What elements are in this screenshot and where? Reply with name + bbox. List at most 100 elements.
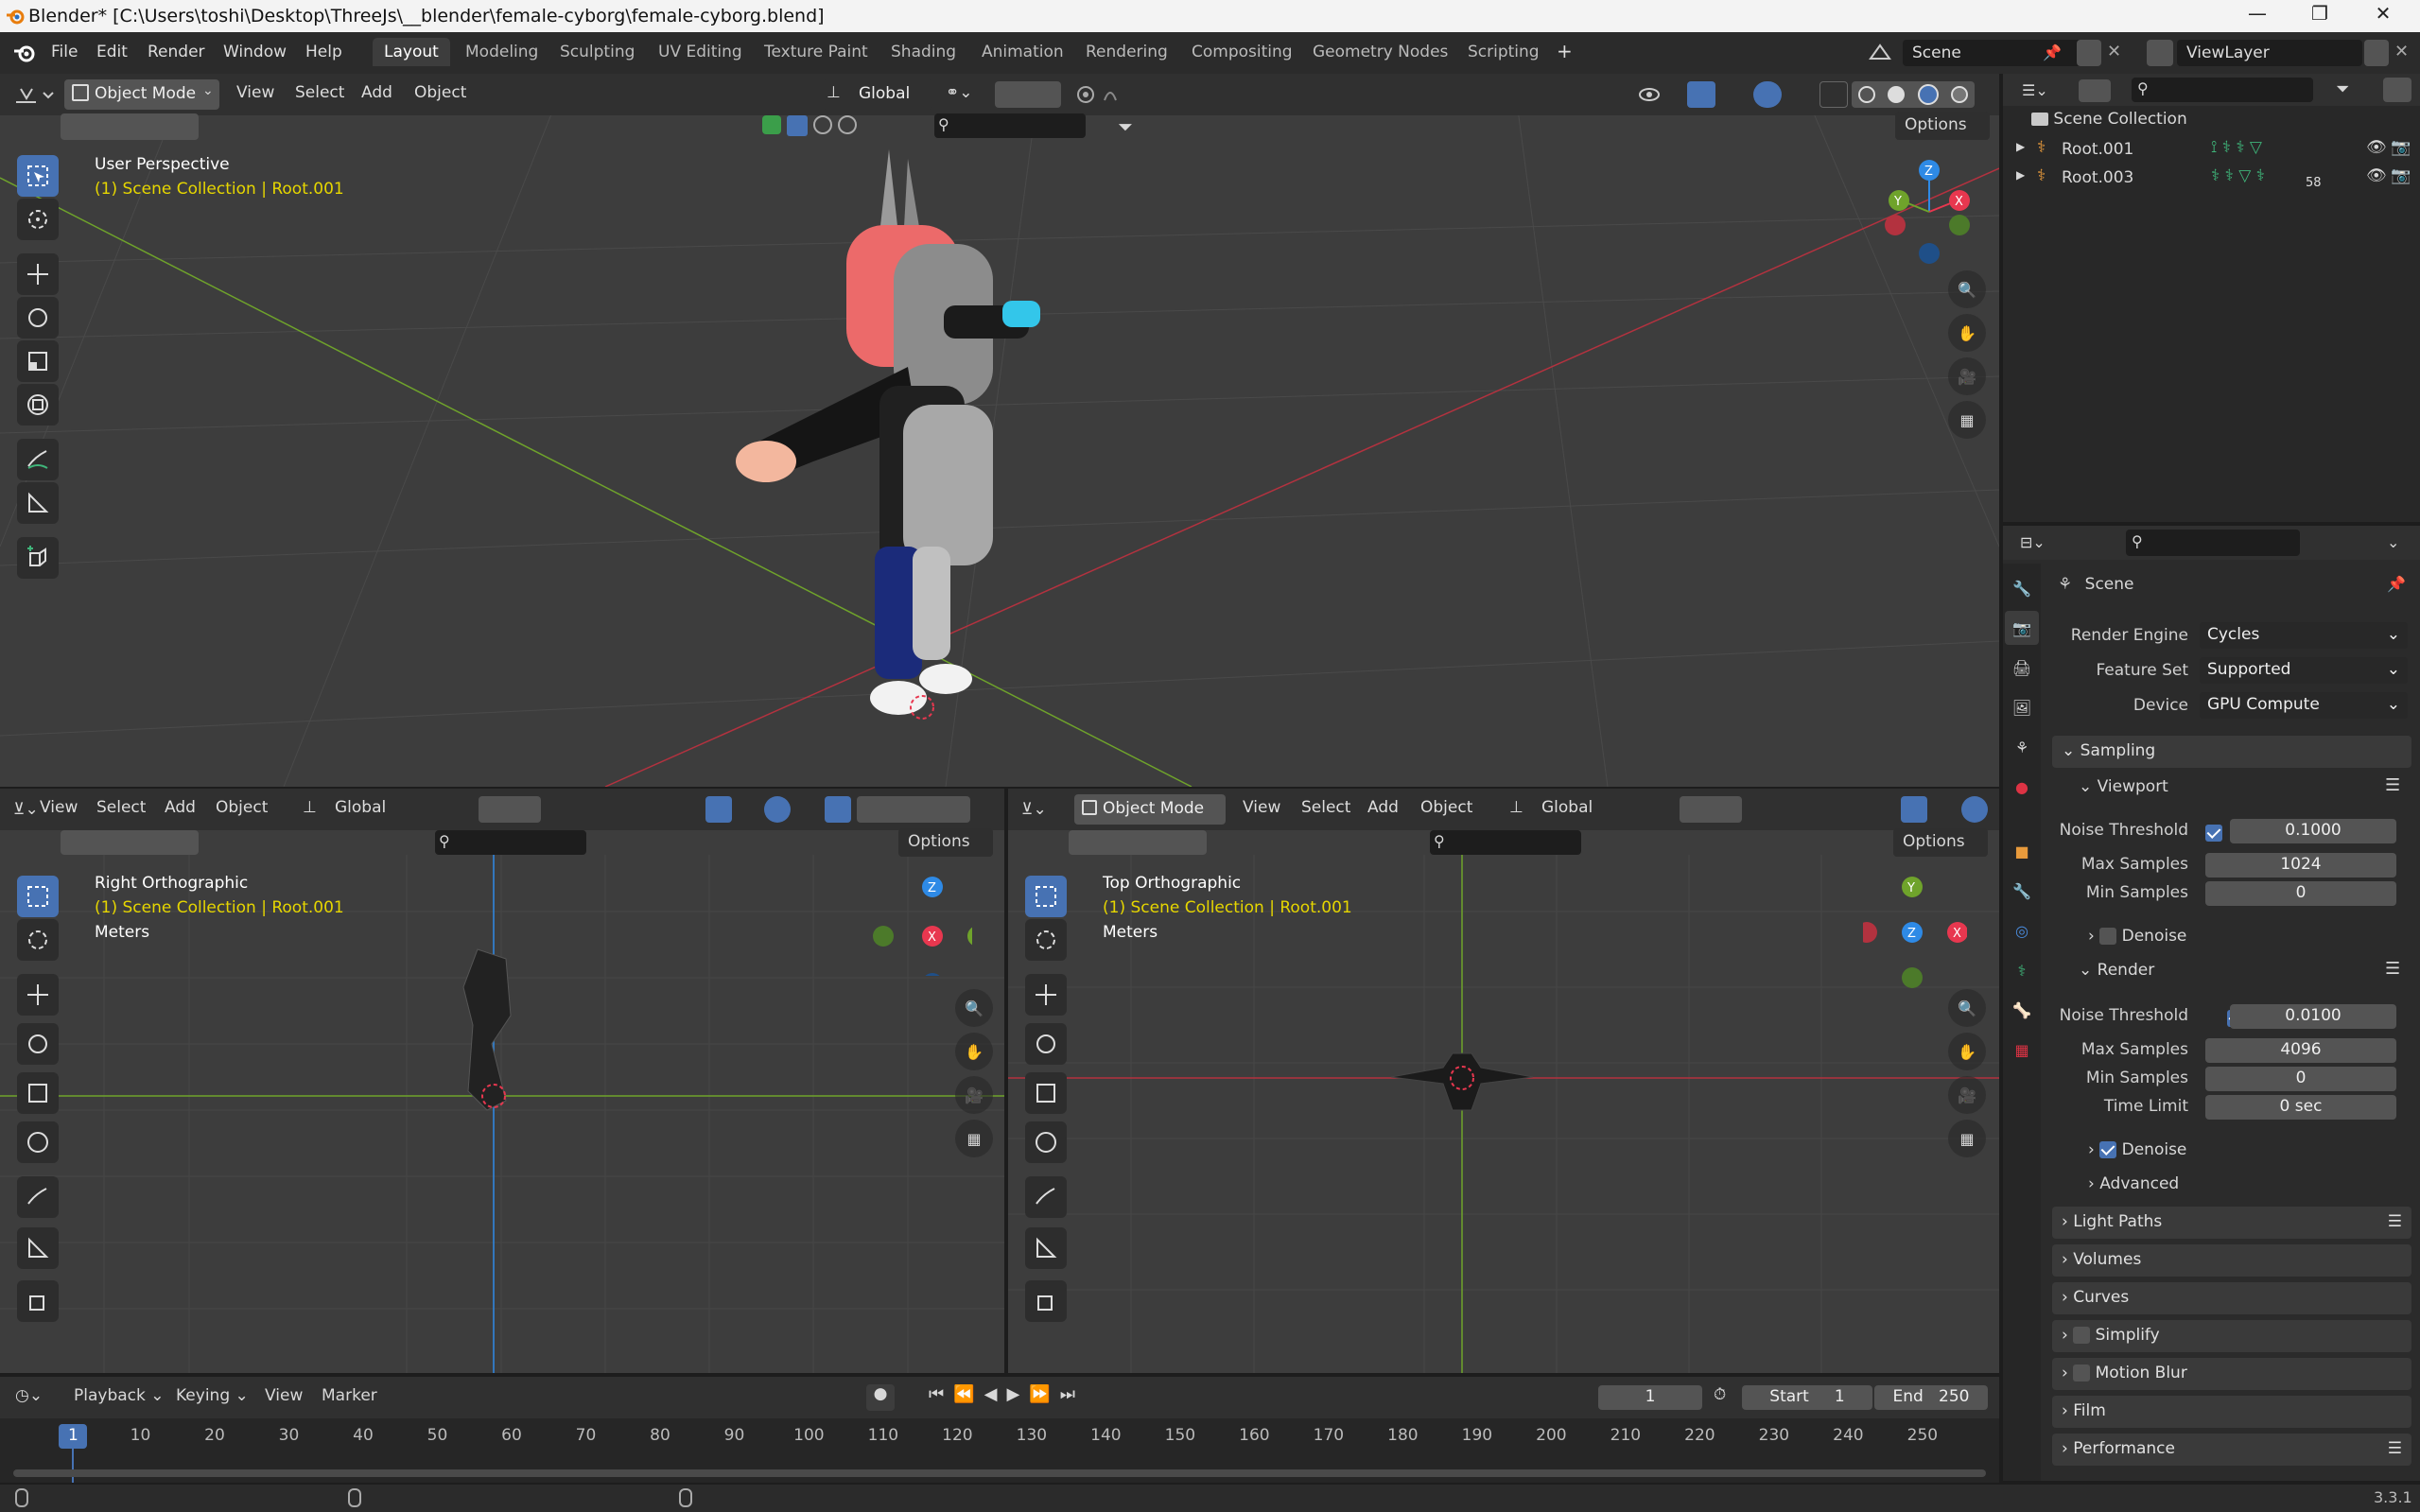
r-min-samples-field[interactable]: 0 — [2205, 1067, 2396, 1091]
view-menu[interactable]: View — [40, 798, 78, 817]
timeline-view-menu[interactable]: View — [265, 1386, 303, 1405]
cyborg-character-model[interactable] — [719, 140, 1097, 787]
options-dropdown[interactable]: Options — [1895, 112, 1990, 140]
menu-file[interactable]: File — [42, 41, 87, 63]
next-keyframe-icon[interactable]: ⏩ — [1029, 1384, 1050, 1411]
gizmo-toggle-icon[interactable] — [1901, 796, 1927, 823]
select-box-tool[interactable] — [17, 876, 59, 917]
gizmo-toggle-icon[interactable] — [705, 796, 732, 823]
outliner-row-root-001[interactable]: ▶ ⚕ Root.001 ⟟ ⚕ ⚕ ▽ 👁 📷 — [2016, 138, 2413, 165]
particles-tab-icon[interactable]: ◎ — [2005, 913, 2039, 947]
select-box-tool[interactable] — [1025, 876, 1067, 917]
add-menu[interactable]: Add — [165, 798, 196, 817]
pin-icon[interactable]: 📌 — [2387, 575, 2406, 593]
main-3d-viewport[interactable]: Object Mode ⌄ View Select Add Object ⊥ G… — [0, 74, 1999, 787]
navigation-gizmo[interactable]: Z X Y — [1872, 155, 1986, 269]
workspace-tab-geometry-nodes[interactable]: Geometry Nodes — [1301, 38, 1459, 66]
top-ortho-viewport[interactable]: ⊻⌄ Object Mode View Select Add Object ⊥ … — [1008, 789, 1999, 1373]
timeline-track-area[interactable]: 1 10 20 30 40 50 60 70 80 90 100 110 120 130 140 150 160… — [0, 1418, 1999, 1483]
pan-hand-icon[interactable]: ✋ — [1948, 314, 1986, 352]
select-menu[interactable]: Select — [1301, 798, 1350, 817]
device-dropdown[interactable]: GPU Compute ⌄ — [2200, 692, 2408, 719]
marker-menu[interactable]: Marker — [322, 1386, 377, 1405]
view-layer-selector-icon[interactable] — [2147, 40, 2173, 66]
chevron-down-icon[interactable]: ⌄ — [2387, 533, 2399, 551]
add-cube-tool[interactable] — [17, 537, 59, 579]
sampling-panel-header[interactable]: ⌄ Sampling — [2052, 736, 2411, 768]
close-button[interactable]: ✕ — [2355, 2, 2411, 30]
camera-view-icon[interactable]: 🎥 — [955, 1076, 993, 1114]
cursor-tool[interactable] — [17, 199, 59, 240]
new-scene-button[interactable] — [2077, 40, 2101, 66]
delete-view-layer-icon[interactable]: ✕ — [2394, 42, 2409, 61]
performance-panel[interactable]: › Performance ☰ — [2052, 1434, 2411, 1466]
transform-tool[interactable] — [1025, 1121, 1067, 1163]
presets-list-icon[interactable]: ☰ — [2385, 959, 2400, 979]
snap-toggle-icon[interactable] — [479, 796, 541, 823]
advanced-subpanel[interactable]: › Advanced — [2088, 1174, 2179, 1193]
right-ortho-viewport[interactable]: ⊻⌄ View Select Add Object ⊥ Global ⚲ Opt… — [0, 789, 1004, 1373]
time-limit-field[interactable]: 0 sec — [2205, 1095, 2396, 1120]
properties-search-input[interactable]: ⚲ — [2126, 530, 2300, 556]
add-menu[interactable]: Add — [361, 83, 392, 102]
workspace-tab-shading[interactable]: Shading — [879, 38, 967, 66]
jump-end-icon[interactable]: ⏭ — [1060, 1384, 1075, 1411]
material-shading-icon[interactable] — [1917, 84, 1939, 105]
r-noise-threshold-field[interactable]: 0.0100 — [2230, 1004, 2396, 1029]
gizmo-toggle-icon[interactable] — [1687, 81, 1715, 108]
render-subpanel-header[interactable]: ⌄ Render — [2079, 961, 2154, 980]
select-menu[interactable]: Select — [295, 83, 344, 102]
select-menu[interactable]: Select — [96, 798, 146, 817]
rotate-tool[interactable] — [1025, 1023, 1067, 1065]
camera-view-icon[interactable]: 🎥 — [1948, 1076, 1986, 1114]
measure-tool[interactable] — [1025, 1227, 1067, 1269]
mode-dropdown[interactable]: Object Mode — [1074, 794, 1226, 825]
select-box-icon[interactable] — [787, 115, 808, 136]
add-workspace-button[interactable]: + — [1547, 38, 1582, 64]
filter-icon[interactable]: ⏷ — [2336, 79, 2349, 99]
object-tab-icon[interactable]: ■ — [2005, 834, 2039, 868]
curves-panel[interactable]: › Curves — [2052, 1282, 2411, 1314]
start-frame-field[interactable]: Start 1 — [1742, 1385, 1872, 1410]
vp-denoise-subpanel[interactable]: › Denoise — [2088, 927, 2186, 946]
overlay-toggle-icon[interactable] — [1961, 796, 1988, 823]
tool-tab-icon[interactable]: 🔧 — [2005, 571, 2039, 605]
scale-tool[interactable] — [1025, 1072, 1067, 1114]
material-filter-icon[interactable] — [838, 115, 857, 134]
zoom-icon[interactable]: 🔍 — [1948, 989, 1986, 1027]
move-tool[interactable] — [1025, 974, 1067, 1016]
presets-list-icon[interactable]: ☰ — [2388, 1439, 2402, 1458]
play-reverse-icon[interactable]: ◀ — [984, 1384, 998, 1411]
menu-edit[interactable]: Edit — [87, 41, 137, 63]
workspace-tab-compositing[interactable]: Compositing — [1180, 38, 1304, 66]
object-menu[interactable]: Object — [216, 798, 268, 817]
end-frame-field[interactable]: End 250 — [1874, 1385, 1988, 1410]
display-mode-icon[interactable] — [2079, 79, 2111, 102]
viewport-subpanel-header[interactable]: ⌄ Viewport — [2079, 777, 2168, 796]
outliner-row-root-003[interactable]: ▶ ⚕ Root.003 ⚕ ⚕ ▽ ⚕ 58 👁 📷 — [2016, 166, 2413, 193]
maximize-button[interactable]: ❐ — [2291, 2, 2348, 30]
object-type-icon[interactable] — [762, 115, 781, 134]
timeline-scrollbar[interactable] — [13, 1469, 1986, 1477]
preview-range-icon[interactable]: ⏱ — [1714, 1385, 1726, 1404]
ortho-toggle-icon[interactable]: ▦ — [1948, 401, 1986, 439]
r-max-samples-field[interactable]: 4096 — [2205, 1038, 2396, 1063]
solid-shading-icon[interactable] — [1888, 86, 1906, 103]
xray-toggle-icon[interactable] — [1819, 81, 1848, 108]
clock-editor-icon[interactable]: ◷⌄ — [15, 1386, 43, 1405]
viewport-search-input[interactable]: ⚲ — [435, 830, 586, 855]
blender-menu-icon[interactable] — [13, 43, 36, 63]
texture-tab-icon[interactable]: ▦ — [2005, 1033, 2039, 1067]
film-panel[interactable]: › Film — [2052, 1396, 2411, 1428]
viewport-search-input[interactable]: ⚲ — [1430, 830, 1581, 855]
workspace-tab-texture-paint[interactable]: Texture Paint — [753, 38, 879, 66]
add-cube-tool[interactable] — [1025, 1280, 1067, 1322]
expand-arrow-icon[interactable]: ▶ — [2016, 168, 2025, 182]
overlay-toggle-icon[interactable] — [1753, 81, 1782, 108]
modifier-tab-icon[interactable]: 🔧 — [2005, 874, 2039, 908]
presets-list-icon[interactable]: ☰ — [2388, 1212, 2402, 1231]
menu-window[interactable]: Window — [214, 41, 296, 63]
world-tab-icon[interactable]: ● — [2005, 770, 2039, 804]
rendered-shading-icon[interactable] — [1951, 86, 1969, 103]
render-camera-icon[interactable]: 📷 — [2391, 138, 2411, 157]
